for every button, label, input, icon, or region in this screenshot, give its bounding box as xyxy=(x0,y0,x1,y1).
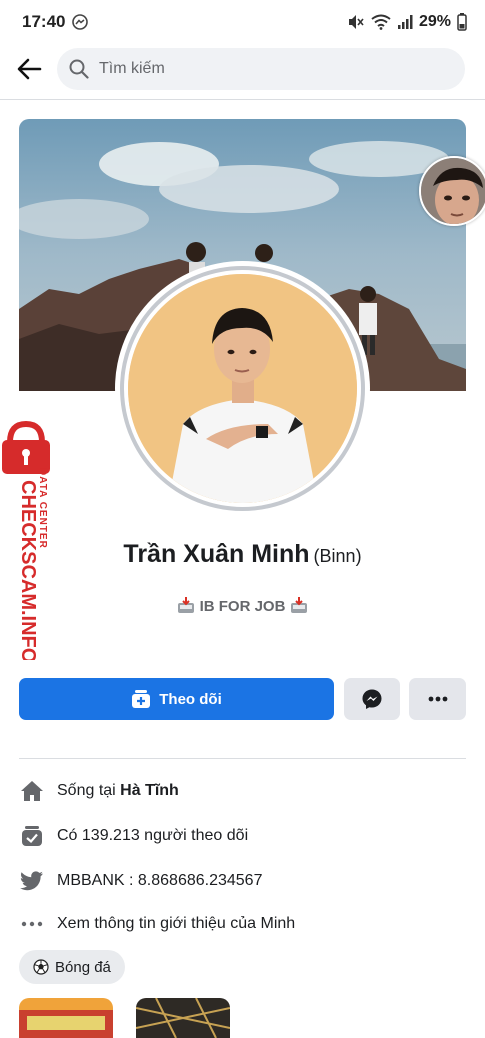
profile-picture[interactable] xyxy=(128,274,357,503)
profile-name-row: Trần Xuân Minh (Binn) xyxy=(0,540,485,569)
home-icon xyxy=(19,778,45,804)
battery-percentage: 29% xyxy=(418,13,451,30)
messenger-notification-icon xyxy=(72,14,89,30)
followers-icon xyxy=(19,823,45,849)
featured-photo[interactable] xyxy=(19,998,113,1038)
more-dots-icon xyxy=(19,911,45,937)
twitter-text: MBBANK : 8.868686.234567 xyxy=(57,872,263,889)
intro-lives-in: Sống tại Hà Tĩnh xyxy=(19,776,466,806)
follow-label: Theo dõi xyxy=(159,690,222,708)
intro-see-about[interactable]: Xem thông tin giới thiệu của Minh xyxy=(19,909,466,939)
clock: 17:40 xyxy=(22,12,66,31)
intro-twitter: MBBANK : 8.868686.234567 xyxy=(19,866,466,896)
floating-avatar[interactable] xyxy=(419,156,485,226)
search-bar-row: Tìm kiếm xyxy=(0,44,485,98)
twitter-icon xyxy=(19,868,45,894)
inbox-tray-icon xyxy=(290,597,307,613)
featured-photo[interactable] xyxy=(136,998,230,1038)
more-options-button[interactable] xyxy=(409,678,466,720)
mute-icon xyxy=(347,14,365,30)
messenger-button[interactable] xyxy=(344,678,400,720)
inbox-tray-icon xyxy=(178,597,195,613)
bio-text: IB FOR JOB xyxy=(199,598,286,615)
search-placeholder: Tìm kiếm xyxy=(99,60,165,77)
follow-button[interactable]: Theo dõi xyxy=(19,678,334,720)
messenger-icon xyxy=(362,689,382,709)
soccer-ball-icon xyxy=(33,959,49,975)
followers-text: Có 139.213 người theo dõi xyxy=(57,827,249,844)
signal-icon xyxy=(397,14,413,30)
intro-followers: Có 139.213 người theo dõi xyxy=(19,821,466,851)
lives-place[interactable]: Hà Tĩnh xyxy=(120,782,179,800)
follow-icon xyxy=(132,690,151,708)
alternate-name: (Binn) xyxy=(313,546,362,566)
search-input[interactable]: Tìm kiếm xyxy=(57,48,465,90)
hobby-label: Bóng đá xyxy=(55,958,111,976)
back-button[interactable] xyxy=(12,52,46,86)
profile-name: Trần Xuân Minh xyxy=(123,540,310,568)
section-divider xyxy=(19,758,466,759)
header-divider xyxy=(0,99,485,100)
watermark-brand: CHECKSCAM.INFO xyxy=(17,480,39,660)
status-bar: 17:40 29% xyxy=(0,0,485,44)
battery-icon xyxy=(457,13,467,31)
search-icon xyxy=(69,59,89,79)
watermark-sub: DATA CENTER xyxy=(37,468,48,549)
profile-bio: IB FOR JOB xyxy=(0,596,485,615)
profile-picture-frame[interactable] xyxy=(115,261,370,516)
hobby-chip[interactable]: Bóng đá xyxy=(19,950,125,984)
wifi-icon xyxy=(371,14,391,30)
more-dots-icon xyxy=(428,696,447,702)
see-about-text: Xem thông tin giới thiệu của Minh xyxy=(57,915,296,932)
back-arrow-icon xyxy=(17,58,42,80)
lives-prefix: Sống tại xyxy=(57,782,121,799)
